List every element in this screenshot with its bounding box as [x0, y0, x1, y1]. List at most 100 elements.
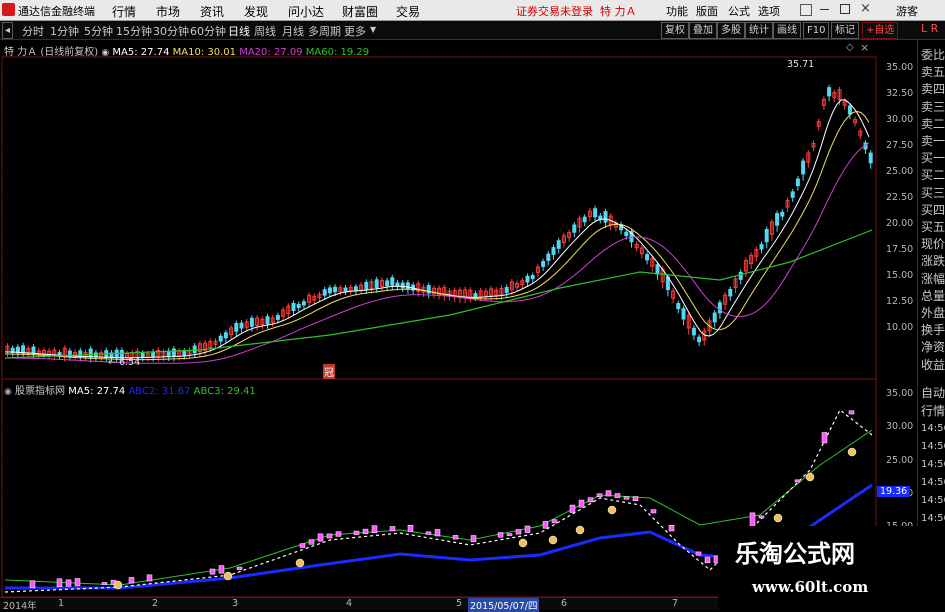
buy-signal-icon: [295, 558, 305, 568]
menu-item-function[interactable]: 功能: [666, 3, 688, 19]
y-tick: 15.00: [886, 270, 914, 281]
chart-canvas[interactable]: [0, 40, 917, 609]
restore-rights-button[interactable]: 复权: [661, 22, 689, 39]
y-tick: 17.50: [886, 244, 914, 255]
period-15min[interactable]: 15分钟: [116, 23, 152, 39]
trade-status: 证券交易未登录 特 力Ａ: [516, 5, 637, 18]
candle-body: [140, 352, 145, 358]
auto-label[interactable]: 自动: [921, 384, 945, 401]
candle-body: [717, 302, 722, 314]
y-tick: 20.00: [886, 218, 914, 229]
menu-bar: 通达信金融终端 行情 市场 资讯 发现 问小达 财富圈 交易 证券交易未登录 特…: [0, 0, 945, 21]
multi-stock-button[interactable]: 多股: [717, 22, 745, 39]
high-price-label: 35.71: [787, 59, 815, 70]
menu-item-news[interactable]: 资讯: [200, 3, 224, 20]
buy-signal-icon: [575, 525, 585, 535]
signal-bar: [668, 525, 675, 532]
period-5min[interactable]: 5分钟: [84, 23, 113, 39]
add-watchlist-button[interactable]: +自选: [862, 22, 899, 39]
y-tick: 25.00: [886, 166, 914, 177]
buy-signal-icon: [805, 472, 815, 482]
quote-field-14: 总量: [921, 288, 945, 303]
mark-button[interactable]: 标记: [831, 22, 859, 39]
signal-bar: [695, 551, 702, 556]
candle-body: [541, 261, 546, 267]
signal-bar: [353, 530, 360, 535]
candle-body: [676, 302, 681, 310]
f10-button[interactable]: F10: [803, 22, 830, 39]
y-tick: 22.50: [886, 192, 914, 203]
signal-bar: [434, 529, 441, 537]
cursor-date: 2015/05/07/四: [468, 598, 540, 612]
sub-y-tick: 35.00: [886, 388, 914, 399]
candle-body: [234, 322, 239, 332]
period-more[interactable]: 更多: [344, 23, 366, 39]
candle-body: [327, 287, 332, 294]
candle-body: [333, 286, 338, 293]
period-60min[interactable]: 60分钟: [190, 23, 226, 39]
period-toolbar: ◂ 分时 1分钟 5分钟 15分钟 30分钟 60分钟 日线 周线 月线 多周期…: [0, 21, 945, 40]
menu-item-trade[interactable]: 交易: [396, 3, 420, 20]
maximize-icon[interactable]: [840, 4, 850, 14]
menu-item-layout[interactable]: 版面: [696, 3, 718, 19]
right-panel-top-letters[interactable]: L R: [921, 22, 938, 35]
signal-bar: [371, 525, 378, 534]
candle-body: [712, 312, 717, 323]
ma20-line: [5, 142, 870, 364]
menu-item-options[interactable]: 选项: [758, 3, 780, 19]
candle-body: [78, 350, 83, 358]
signal-bar: [407, 524, 414, 532]
candle-body: [218, 335, 223, 342]
close-icon[interactable]: ×: [860, 1, 871, 16]
trade-time: 14:56: [921, 423, 945, 434]
candle-body: [192, 345, 197, 354]
signal-bar: [614, 493, 621, 498]
signal-bar: [218, 565, 225, 574]
period-weekly[interactable]: 周线: [254, 23, 276, 39]
signal-bar: [452, 535, 459, 540]
menu-item-wealth[interactable]: 财富圈: [342, 3, 378, 20]
overlay-button[interactable]: 叠加: [689, 22, 717, 39]
event-marker[interactable]: 冠: [323, 364, 335, 379]
signal-bar: [236, 566, 243, 570]
quote-field-17: 净资: [921, 340, 945, 355]
date-month: 7: [672, 598, 679, 609]
menu-item-market[interactable]: 市场: [156, 3, 180, 20]
candle-body: [780, 211, 785, 217]
signal-bar: [632, 496, 639, 502]
period-30min[interactable]: 30分钟: [153, 23, 189, 39]
quotes-label[interactable]: 行情: [921, 402, 945, 419]
menu-item-ask[interactable]: 问小达: [288, 3, 324, 20]
signal-bar: [317, 533, 324, 542]
period-multi[interactable]: 多周期: [308, 23, 341, 39]
quote-field-7: 买二: [921, 168, 945, 183]
guest-label[interactable]: 游客: [896, 3, 918, 19]
period-monthly[interactable]: 月线: [282, 23, 304, 39]
indicator-icon[interactable]: ◉: [4, 387, 12, 397]
quote-field-5: 卖一: [921, 134, 945, 148]
candle-body: [795, 178, 800, 187]
trade-time: 14:56: [921, 459, 945, 470]
signal-bar: [146, 574, 153, 582]
signal-bar: [821, 432, 828, 444]
period-intraday[interactable]: 分时: [22, 23, 44, 39]
minimize-icon[interactable]: [820, 9, 829, 10]
candle-body: [603, 211, 608, 223]
menu-item-discover[interactable]: 发现: [244, 3, 268, 20]
candle-body: [556, 240, 561, 249]
ma5-line: [5, 99, 870, 359]
candle-body: [681, 308, 686, 320]
window-icon[interactable]: [800, 4, 812, 16]
y-tick: 35.00: [886, 62, 914, 73]
menu-item-quotes[interactable]: 行情: [112, 3, 136, 20]
quote-field-11: 现价: [921, 237, 945, 252]
draw-line-button[interactable]: 画线: [773, 22, 801, 39]
back-button[interactable]: ◂: [2, 22, 14, 39]
period-1min[interactable]: 1分钟: [50, 23, 79, 39]
more-chevron-icon[interactable]: ▼: [370, 25, 376, 34]
period-daily[interactable]: 日线: [228, 23, 250, 39]
menu-item-formula[interactable]: 公式: [728, 3, 750, 19]
signal-bar: [605, 490, 612, 497]
candle-body: [88, 348, 93, 358]
statistics-button[interactable]: 统计: [745, 22, 773, 39]
